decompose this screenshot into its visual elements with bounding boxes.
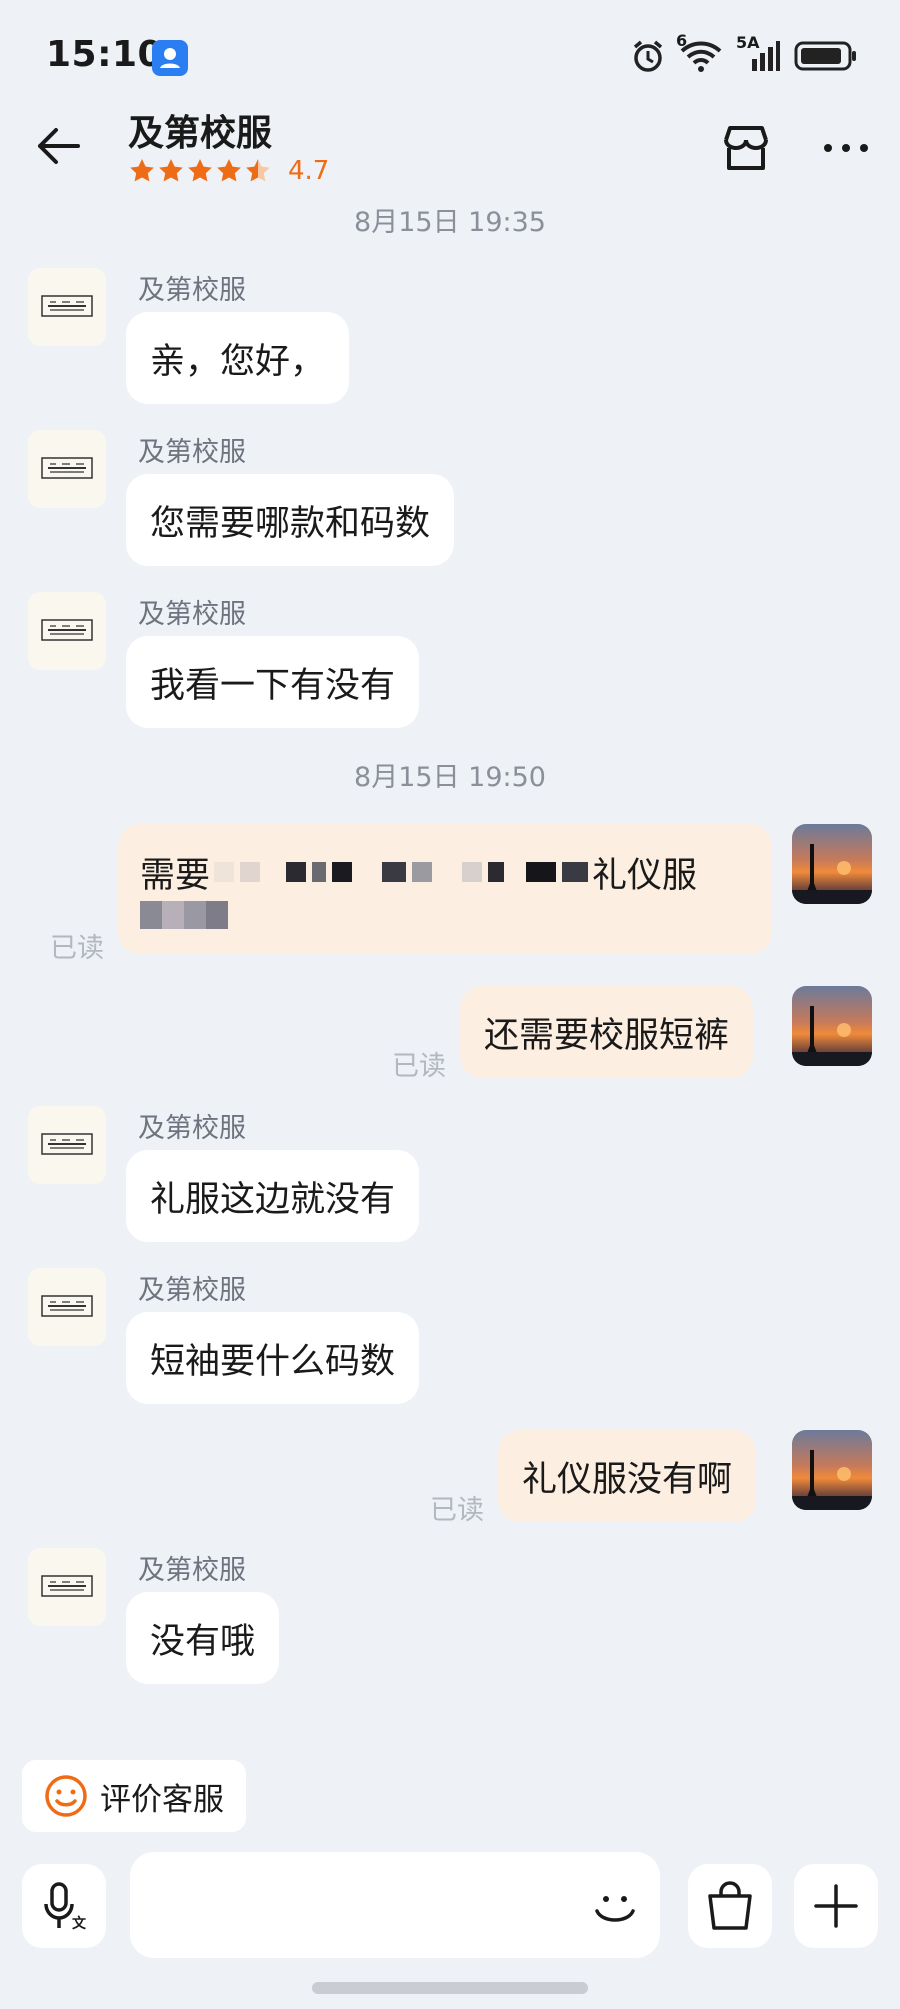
message-bubble-outgoing[interactable]: 需要 礼仪服 [118, 824, 772, 954]
sender-name: 及第校服 [138, 599, 246, 630]
shop-logo-icon [41, 295, 93, 317]
shop-avatar[interactable] [28, 592, 106, 670]
sim1-network-label: 6 [676, 31, 688, 50]
message-bubble-incoming[interactable]: 礼服这边就没有 [126, 1150, 420, 1242]
message-text-end: 礼仪服 [592, 855, 698, 896]
read-receipt: 已读 [50, 933, 104, 964]
shopping-bag-icon [708, 1881, 752, 1930]
more-functions-button[interactable] [794, 1864, 878, 1948]
sunset-tower-image [792, 1006, 872, 1066]
home-indicator[interactable] [312, 1982, 588, 1994]
message-bubble-outgoing[interactable]: 还需要校服短裤 [460, 986, 754, 1078]
voice-input-icon: 文 [44, 1882, 87, 1932]
message-bubble-outgoing[interactable]: 礼仪服没有啊 [498, 1430, 757, 1522]
profile-badge-icon [152, 40, 188, 76]
redacted-text [214, 862, 589, 882]
more-icon [824, 144, 868, 152]
shop-logo-icon [41, 1295, 93, 1317]
chat-timestamp: 8月15日 19:50 [354, 762, 546, 793]
message-bubble-incoming[interactable]: 您需要哪款和码数 [126, 474, 455, 566]
signal-icon: 5A [736, 33, 780, 77]
emoji-icon [595, 1896, 635, 1922]
chat-timestamp: 8月15日 19:35 [354, 207, 546, 238]
sender-name: 及第校服 [138, 437, 246, 468]
svg-text:文: 文 [72, 1915, 87, 1932]
sender-name: 及第校服 [138, 1555, 246, 1586]
redacted-text [140, 901, 228, 929]
battery-icon [794, 40, 858, 76]
back-arrow-icon [38, 128, 80, 164]
alarm-icon [630, 38, 666, 78]
rate-service-label: 评价客服 [100, 1781, 224, 1818]
user-avatar[interactable] [792, 1430, 872, 1510]
user-avatar[interactable] [792, 986, 872, 1066]
shop-title[interactable]: 及第校服 [128, 104, 272, 156]
message-bubble-incoming[interactable]: 我看一下有没有 [126, 636, 420, 728]
status-time: 15:10 [46, 34, 164, 75]
rating-stars-icon [130, 159, 270, 182]
more-options-button[interactable] [818, 120, 874, 176]
shop-logo-icon [41, 457, 93, 479]
message-bubble-incoming[interactable]: 亲，您好， [126, 312, 350, 404]
store-icon [724, 126, 768, 170]
shop-logo-icon [41, 1575, 93, 1597]
emoji-button[interactable] [580, 1872, 650, 1942]
shop-avatar[interactable] [28, 1106, 106, 1184]
message-bubble-incoming[interactable]: 没有哦 [126, 1592, 280, 1684]
rating-value: 4.7 [288, 156, 330, 186]
sender-name: 及第校服 [138, 1113, 246, 1144]
shop-avatar[interactable] [28, 430, 106, 508]
rate-service-button[interactable]: 评价客服 [22, 1760, 246, 1832]
voice-input-button[interactable]: 文 [22, 1864, 106, 1948]
sender-name: 及第校服 [138, 275, 246, 306]
message-text-start: 需要 [140, 855, 211, 896]
smiley-icon [45, 1775, 87, 1817]
sunset-tower-image [792, 1450, 872, 1510]
read-receipt: 已读 [392, 1051, 446, 1082]
status-icons: 6 5A [630, 31, 858, 78]
shop-rating: 4.7 [128, 156, 329, 186]
shop-avatar[interactable] [28, 1268, 106, 1346]
sim2-network-label: 5A [736, 33, 760, 52]
sunset-tower-image [792, 844, 872, 904]
shop-logo-icon [41, 619, 93, 641]
shop-avatar[interactable] [28, 1548, 106, 1626]
message-bubble-incoming[interactable]: 短袖要什么码数 [126, 1312, 420, 1404]
shopping-bag-button[interactable] [688, 1864, 772, 1948]
user-avatar[interactable] [792, 824, 872, 904]
store-button[interactable] [718, 120, 774, 176]
plus-icon [814, 1884, 858, 1928]
back-button[interactable] [30, 118, 86, 174]
wifi-icon: 6 [676, 31, 722, 77]
shop-logo-icon [41, 1133, 93, 1155]
sender-name: 及第校服 [138, 1275, 246, 1306]
shop-avatar[interactable] [28, 268, 106, 346]
read-receipt: 已读 [430, 1495, 484, 1526]
